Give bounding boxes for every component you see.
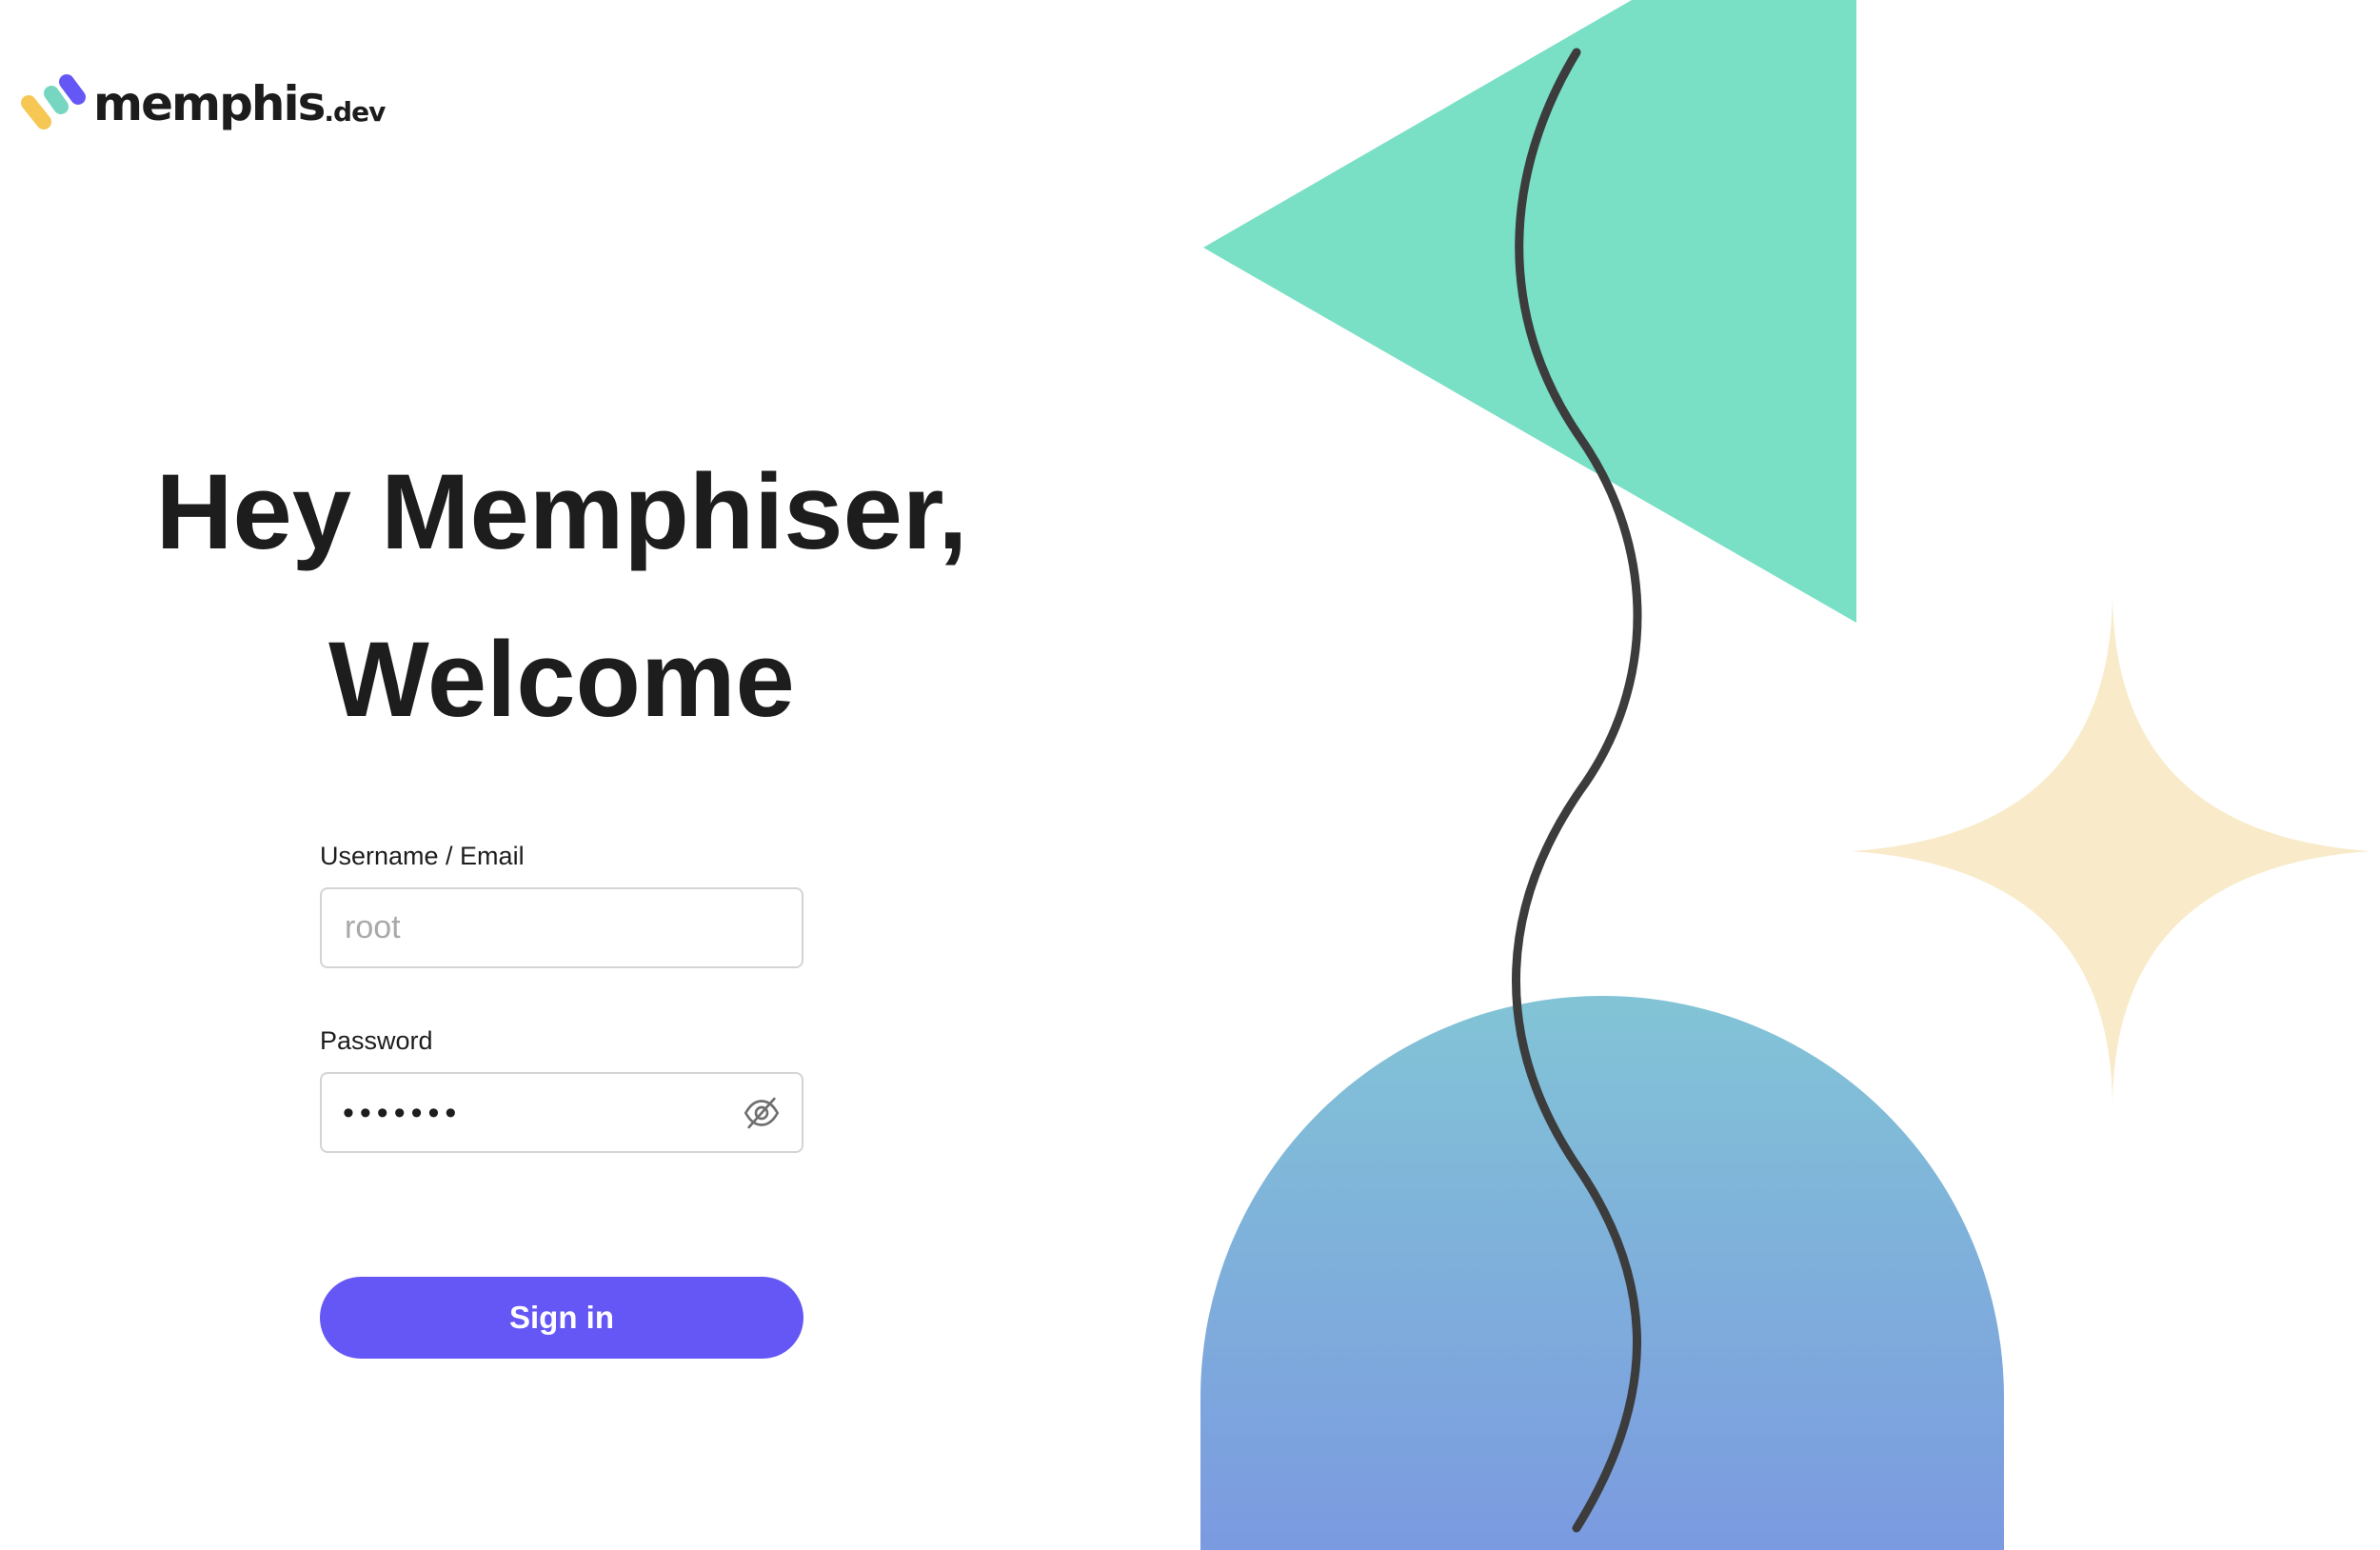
- star-shape: [1852, 590, 2370, 1108]
- brand-logo[interactable]: memphis .dev: [19, 69, 386, 135]
- password-label: Password: [320, 1026, 433, 1055]
- brand-suffix: .dev: [324, 96, 386, 128]
- username-label: Username / Email: [320, 842, 525, 870]
- squiggle-line: [1512, 48, 1642, 1533]
- login-page: memphis .dev Hey Memphiser, Welcome User…: [0, 0, 2380, 1550]
- welcome-line-1: Hey Memphiser,: [155, 452, 968, 571]
- username-field[interactable]: [320, 887, 803, 968]
- username-input[interactable]: [343, 908, 781, 947]
- password-field[interactable]: •••••••: [320, 1072, 803, 1153]
- memphis-logo-icon: [21, 74, 86, 129]
- arch-shape: [1200, 996, 2004, 1550]
- brand-name: memphis: [93, 76, 326, 131]
- eye-off-icon[interactable]: [743, 1094, 781, 1132]
- login-form: Username / Email Password ••••••• Sign i…: [320, 838, 803, 1359]
- welcome-heading: Hey Memphiser, Welcome: [86, 428, 1038, 764]
- password-input[interactable]: •••••••: [343, 1097, 743, 1129]
- triangle-shape: [1203, 0, 1856, 623]
- sign-in-button[interactable]: Sign in: [320, 1277, 803, 1359]
- welcome-line-2: Welcome: [328, 620, 795, 739]
